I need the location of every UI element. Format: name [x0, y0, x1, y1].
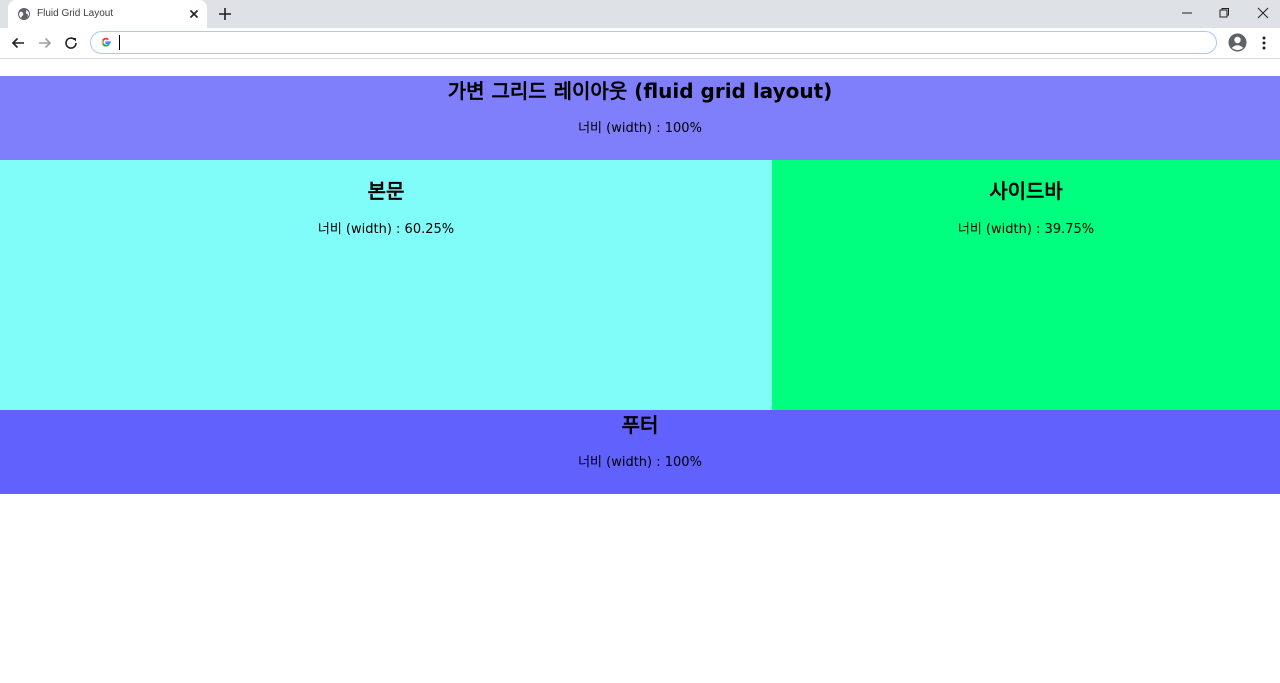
text-caret: [119, 35, 120, 50]
sidebar-width-text: 너비 (width) : 39.75%: [957, 222, 1095, 237]
close-window-icon[interactable]: [1255, 6, 1271, 20]
tab-title: Fluid Grid Layout: [37, 8, 114, 19]
address-input[interactable]: [118, 34, 1198, 50]
page-header: 가변 그리드 레이아웃 (fluid grid layout) 너비 (widt…: [0, 76, 1280, 160]
page-title: 가변 그리드 레이아웃 (fluid grid layout): [447, 79, 833, 103]
forward-arrow-icon[interactable]: [37, 35, 53, 51]
google-g-icon: [101, 37, 111, 47]
main-content: 본문 너비 (width) : 60.25%: [0, 160, 772, 410]
sidebar: 사이드바 너비 (width) : 39.75%: [772, 160, 1280, 410]
address-bar[interactable]: [90, 31, 1217, 54]
page-footer: 푸터 너비 (width) : 100%: [0, 410, 1280, 494]
profile-avatar-icon[interactable]: [1228, 33, 1247, 52]
header-width-text: 너비 (width) : 100%: [578, 121, 702, 136]
back-arrow-icon[interactable]: [10, 35, 26, 51]
main-width-text: 너비 (width) : 60.25%: [317, 222, 455, 237]
restore-icon[interactable]: [1216, 6, 1232, 20]
footer-width-text: 너비 (width) : 100%: [578, 455, 702, 470]
new-tab-plus-icon[interactable]: [217, 6, 233, 22]
globe-icon: [18, 8, 30, 20]
more-vert-icon[interactable]: [1260, 35, 1268, 51]
reload-icon[interactable]: [63, 35, 79, 51]
minimize-icon[interactable]: [1179, 6, 1195, 20]
browser-tab[interactable]: Fluid Grid Layout: [8, 0, 207, 28]
sidebar-title: 사이드바: [989, 179, 1063, 203]
main-title: 본문: [367, 179, 405, 203]
close-icon[interactable]: [187, 7, 201, 21]
tab-strip: Fluid Grid Layout: [0, 0, 1280, 28]
footer-title: 푸터: [621, 413, 659, 437]
browser-toolbar: [0, 28, 1280, 59]
